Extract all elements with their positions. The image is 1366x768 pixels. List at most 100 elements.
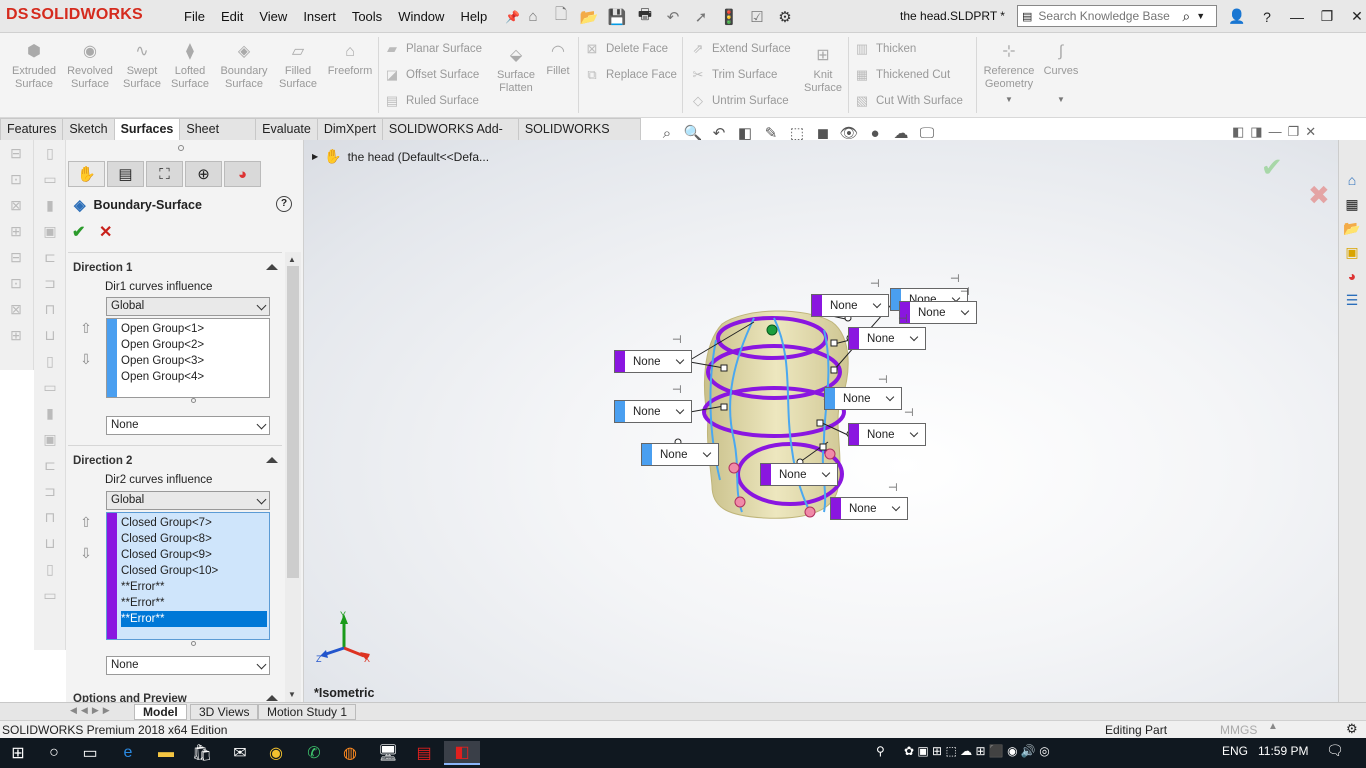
panel-resize-handle[interactable] xyxy=(178,145,184,151)
pin-icon[interactable]: ⊣ xyxy=(672,383,682,396)
new-document-icon[interactable]: 🗋 xyxy=(548,5,574,29)
pin-icon[interactable]: ⊣ xyxy=(888,481,898,494)
sketch-tool-icon[interactable]: ⊡ xyxy=(0,166,32,192)
tool-icon[interactable]: ▯ xyxy=(34,348,66,374)
collapse-direction1-icon[interactable] xyxy=(266,264,278,270)
sketch-tool-icon[interactable]: ⊟ xyxy=(0,140,32,166)
tangency-callout-dir2[interactable]: None xyxy=(899,301,977,324)
rebuild-icon[interactable]: 🚦 xyxy=(716,5,742,29)
pin-icon[interactable]: ⊣ xyxy=(878,373,888,386)
thickened-cut-button[interactable]: ▦ Thickened Cut xyxy=(854,64,950,86)
curves-button[interactable]: ∫ Curves ▼ xyxy=(1036,43,1086,106)
tab-evaluate[interactable]: Evaluate xyxy=(255,118,318,140)
search-input[interactable] xyxy=(1038,9,1181,23)
curve-list-item[interactable]: Closed Group<10> xyxy=(121,563,267,579)
menu-insert[interactable]: Insert xyxy=(295,0,344,33)
pin-icon[interactable]: ⊣ xyxy=(960,285,970,298)
tab-sheet-metal[interactable]: Sheet Metal xyxy=(179,118,257,157)
tab-solidworks-mbd[interactable]: SOLIDWORKS MBD xyxy=(517,118,642,157)
pin-icon[interactable]: ⊣ xyxy=(672,333,682,346)
viewport-minimize-button[interactable]: — xyxy=(1269,124,1282,140)
dir1-curves-list[interactable]: Open Group<1> Open Group<2> Open Group<3> O… xyxy=(106,318,270,398)
offset-surface-button[interactable]: ◪ Offset Surface xyxy=(384,64,479,86)
knit-surface-button[interactable]: ⊞ Knit Surface xyxy=(798,47,848,95)
solidworks-logo[interactable]: DS SOLIDWORKS xyxy=(6,6,143,24)
ok-button[interactable]: ✔ xyxy=(72,222,85,242)
list-resize-handle[interactable] xyxy=(191,641,196,646)
edge-browser-icon[interactable]: e xyxy=(110,741,146,765)
tangency-callout-dir2[interactable]: None xyxy=(811,294,889,317)
filled-surface-button[interactable]: ▱ Filled Surface xyxy=(270,43,326,91)
close-button[interactable]: ✕ xyxy=(1342,8,1366,25)
pdf-reader-icon[interactable]: ▤ xyxy=(406,741,442,765)
move-up-icon[interactable]: ⇧ xyxy=(78,320,94,336)
move-down-icon[interactable]: ⇩ xyxy=(78,351,94,367)
input-language[interactable]: ENG xyxy=(1222,744,1248,758)
status-units[interactable]: MMGS xyxy=(1220,723,1257,737)
tangency-callout-dir1[interactable]: None xyxy=(614,400,692,423)
move-up-icon[interactable]: ⇧ xyxy=(78,514,94,530)
tab-scroll-arrows-icon[interactable]: ◀◀▶▶ xyxy=(70,705,114,716)
clock[interactable]: 11:59 PM xyxy=(1258,744,1308,758)
scroll-up-icon[interactable]: ▲ xyxy=(288,255,296,264)
curve-list-item[interactable]: Closed Group<7> xyxy=(121,515,267,531)
tab-sketch[interactable]: Sketch xyxy=(62,118,115,140)
help-icon[interactable]: ? xyxy=(276,196,292,212)
tool-icon[interactable]: ▮ xyxy=(34,192,66,218)
start-point-marker[interactable] xyxy=(766,324,778,336)
file-explorer-icon[interactable]: 📂 xyxy=(1339,216,1365,240)
extend-surface-button[interactable]: ⇗ Extend Surface xyxy=(690,38,791,60)
menu-tools[interactable]: Tools xyxy=(344,0,390,33)
collapse-direction2-icon[interactable] xyxy=(266,457,278,463)
tangency-callout-dir2[interactable]: None xyxy=(760,463,838,486)
scroll-down-icon[interactable]: ▼ xyxy=(288,690,296,699)
save-icon[interactable]: 💾 xyxy=(604,5,630,29)
connector-point-marker[interactable] xyxy=(728,462,740,474)
collapse-options-icon[interactable] xyxy=(266,695,278,701)
sketch-tool-icon[interactable]: ⊞ xyxy=(0,322,32,348)
curve-list-item[interactable]: **Error** xyxy=(121,611,267,627)
lofted-surface-button[interactable]: ⧫ Lofted Surface xyxy=(162,43,218,91)
home-icon[interactable]: ⌂ xyxy=(520,5,546,29)
user-account-icon[interactable]: 👤 xyxy=(1222,8,1252,25)
menu-window[interactable]: Window xyxy=(390,0,452,33)
tool-icon[interactable]: ⊏ xyxy=(34,244,66,270)
connector-point-marker[interactable] xyxy=(804,506,816,518)
viewport-close-button[interactable]: ✕ xyxy=(1305,124,1316,140)
pin-icon[interactable]: ⊣ xyxy=(904,406,914,419)
cancel-button[interactable]: ✕ xyxy=(99,222,112,242)
curve-list-item[interactable]: Open Group<3> xyxy=(121,353,267,369)
search-knowledge-base[interactable]: ▤ ⌕ ▼ xyxy=(1017,5,1217,27)
open-folder-icon[interactable]: 📂 xyxy=(576,5,602,29)
appearances-scenes-icon[interactable]: ◕ xyxy=(1339,264,1365,288)
notifications-icon[interactable]: 🗨 xyxy=(1326,742,1344,759)
model-viewport[interactable]: Y X Z xyxy=(304,140,1338,702)
curve-list-item[interactable]: Open Group<4> xyxy=(121,369,267,385)
tool-icon[interactable]: ⊔ xyxy=(34,530,66,556)
view-palette-icon[interactable]: ▣ xyxy=(1339,240,1365,264)
tool-icon[interactable]: ⊓ xyxy=(34,296,66,322)
tool-icon[interactable]: ▭ xyxy=(34,374,66,400)
tab-model[interactable]: Model xyxy=(134,704,187,720)
curve-list-item[interactable]: Closed Group<9> xyxy=(121,547,267,563)
store-icon[interactable]: 🛍 xyxy=(184,741,220,765)
menu-help[interactable]: Help xyxy=(452,0,495,33)
dir2-influence-select[interactable]: Global xyxy=(106,491,270,510)
sketch-tool-icon[interactable]: ⊞ xyxy=(0,218,32,244)
list-resize-handle[interactable] xyxy=(191,398,196,403)
ruled-surface-button[interactable]: ▤ Ruled Surface xyxy=(384,90,479,112)
search-icon[interactable]: ⌕ xyxy=(1182,8,1190,25)
tab-dimxpert[interactable]: DimXpert xyxy=(316,118,383,140)
restore-button[interactable]: ❐ xyxy=(1312,8,1342,25)
tab-motion-study[interactable]: Motion Study 1 xyxy=(258,704,357,720)
tangency-callout-dir1[interactable]: None xyxy=(614,350,692,373)
curve-list-item[interactable]: Open Group<2> xyxy=(121,337,267,353)
people-icon[interactable]: ⚲ xyxy=(876,744,885,758)
help-icon[interactable]: ? xyxy=(1252,9,1282,25)
graphics-area[interactable]: ▶ ✋ the head (Default<<Defa... ✔ ✖ Y X Z… xyxy=(304,140,1338,702)
chevron-down-icon[interactable]: ▼ xyxy=(1036,93,1086,106)
configuration-manager-tab-icon[interactable]: ⛶ xyxy=(146,161,183,187)
curve-list-item[interactable]: **Error** xyxy=(121,579,267,595)
tool-icon[interactable]: ⊏ xyxy=(34,452,66,478)
direction2-heading[interactable]: Direction 2 xyxy=(73,455,132,467)
